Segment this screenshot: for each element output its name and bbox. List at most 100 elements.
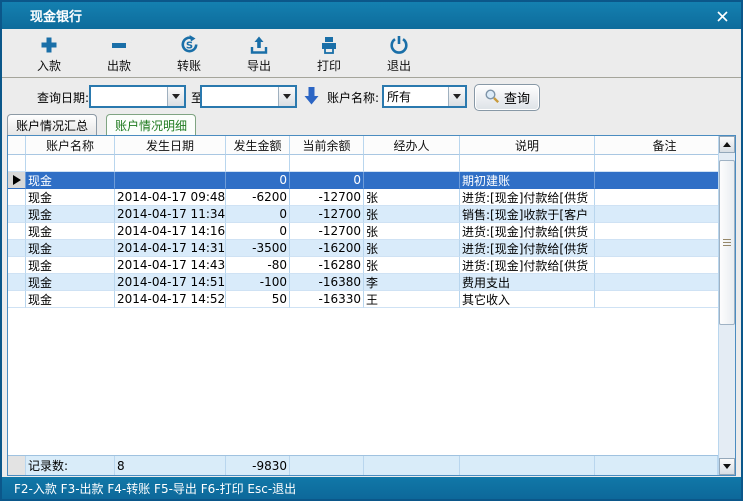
table-row[interactable]: 现金2014-04-17 09:48-6200-12700张进货:[现金]付款给… [8,189,735,206]
date-from-combobox[interactable] [89,85,186,108]
row-marker-cell [8,172,26,189]
summary-cell: 8 [115,456,226,475]
cell [226,155,290,172]
print-button[interactable]: 打印 [294,30,364,76]
date-to-combobox[interactable] [200,85,297,108]
cell: 费用支出 [460,274,595,291]
export-icon [249,33,269,55]
cell: 2014-04-17 14:16 [115,223,226,240]
cell [595,206,735,223]
chevron-down-icon[interactable] [448,87,465,106]
summary-cell [290,456,364,475]
cell: -12700 [290,189,364,206]
cell [595,240,735,257]
cell [595,189,735,206]
query-bar: 查询日期: 至 账户名称: 所有 查询 [2,79,741,114]
account-name-label: 账户名称: [327,89,379,106]
tab-label: 账户情况明细 [115,117,187,134]
table-row[interactable]: 现金2014-04-17 14:5250-16330王其它收入 [8,291,735,308]
summary-cell: -9830 [226,456,290,475]
search-button[interactable]: 查询 [474,84,540,111]
tab-label: 账户情况汇总 [16,117,88,134]
table-row[interactable]: 现金2014-04-17 14:160-12700张进货:[现金]付款给[供货 [8,223,735,240]
summary-cell: 记录数: [26,456,115,475]
cell [364,172,460,189]
cell [595,257,735,274]
summary-cell [460,456,595,475]
cell [595,291,735,308]
toolbar-button-label: 转账 [177,57,201,74]
cell: -12700 [290,206,364,223]
cell: -16200 [290,240,364,257]
exit-power-icon [389,33,409,55]
search-icon [484,88,500,108]
withdraw-button[interactable]: 出款 [84,30,154,76]
cell: 50 [226,291,290,308]
cell: 进货:[现金]付款给[供货 [460,240,595,257]
cell: 2014-04-17 14:52 [115,291,226,308]
transfer-button[interactable]: S 转账 [154,30,224,76]
cell: -16330 [290,291,364,308]
query-date-label: 查询日期: [37,89,89,106]
cell [364,155,460,172]
table-row[interactable]: 现金2014-04-17 11:340-12700张销售:[现金]收款于[客户 [8,206,735,223]
grid-header-row: 账户名称发生日期发生金额当前余额经办人说明备注 [8,136,735,155]
summary-marker-cell [8,456,26,475]
cell: 0 [290,172,364,189]
row-marker-cell [8,274,26,291]
print-icon [319,33,339,55]
summary-cell [595,456,718,475]
cell: 现金 [26,257,115,274]
toolbar-button-label: 打印 [317,57,341,74]
header-cell: 备注 [595,136,735,155]
cell: 0 [226,206,290,223]
cell: 现金 [26,223,115,240]
table-row[interactable]: 现金2014-04-17 14:43-80-16280张进货:[现金]付款给[供… [8,257,735,274]
chevron-down-icon[interactable] [278,87,295,106]
cell [26,155,115,172]
table-row[interactable]: 现金2014-04-17 14:31-3500-16200张进货:[现金]付款给… [8,240,735,257]
tab-account-summary[interactable]: 账户情况汇总 [7,114,97,135]
cell: 现金 [26,189,115,206]
row-marker-cell [8,155,26,172]
scrollbar-thumb[interactable] [719,160,735,325]
cell [115,172,226,189]
deposit-button[interactable]: 入款 [14,30,84,76]
window-title: 现金银行 [30,6,82,25]
cell: 现金 [26,274,115,291]
cash-bank-window: 现金银行 入款 出款 S 转账 [0,0,743,501]
summary-row: 记录数:8-9830 [8,455,718,475]
cell: 销售:[现金]收款于[客户 [460,206,595,223]
row-marker-cell [8,257,26,274]
cell: -16280 [290,257,364,274]
cell: 现金 [26,240,115,257]
toolbar-button-label: 退出 [387,57,411,74]
vertical-scrollbar[interactable] [718,136,735,475]
chevron-down-icon[interactable] [167,87,184,106]
scroll-down-icon[interactable] [719,458,735,475]
cell: 张 [364,206,460,223]
account-combobox[interactable]: 所有 [382,85,467,108]
table-row[interactable] [8,155,735,172]
table-row[interactable]: 现金00期初建账 [8,172,735,189]
close-icon[interactable] [713,7,731,25]
cell: 0 [226,223,290,240]
cell: 李 [364,274,460,291]
svg-text:S: S [185,40,192,51]
toolbar-button-label: 出款 [107,57,131,74]
tab-account-detail[interactable]: 账户情况明细 [106,114,196,135]
cell [460,155,595,172]
cell [115,155,226,172]
cell: -12700 [290,223,364,240]
cell: 进货:[现金]付款给[供货 [460,257,595,274]
header-cell: 账户名称 [26,136,115,155]
cell: -3500 [226,240,290,257]
table-row[interactable]: 现金2014-04-17 14:51-100-16380李费用支出 [8,274,735,291]
export-button[interactable]: 导出 [224,30,294,76]
scroll-up-icon[interactable] [719,136,735,153]
cell: 0 [226,172,290,189]
header-cell: 说明 [460,136,595,155]
cell: 其它收入 [460,291,595,308]
row-marker-cell [8,189,26,206]
exit-button[interactable]: 退出 [364,30,434,76]
